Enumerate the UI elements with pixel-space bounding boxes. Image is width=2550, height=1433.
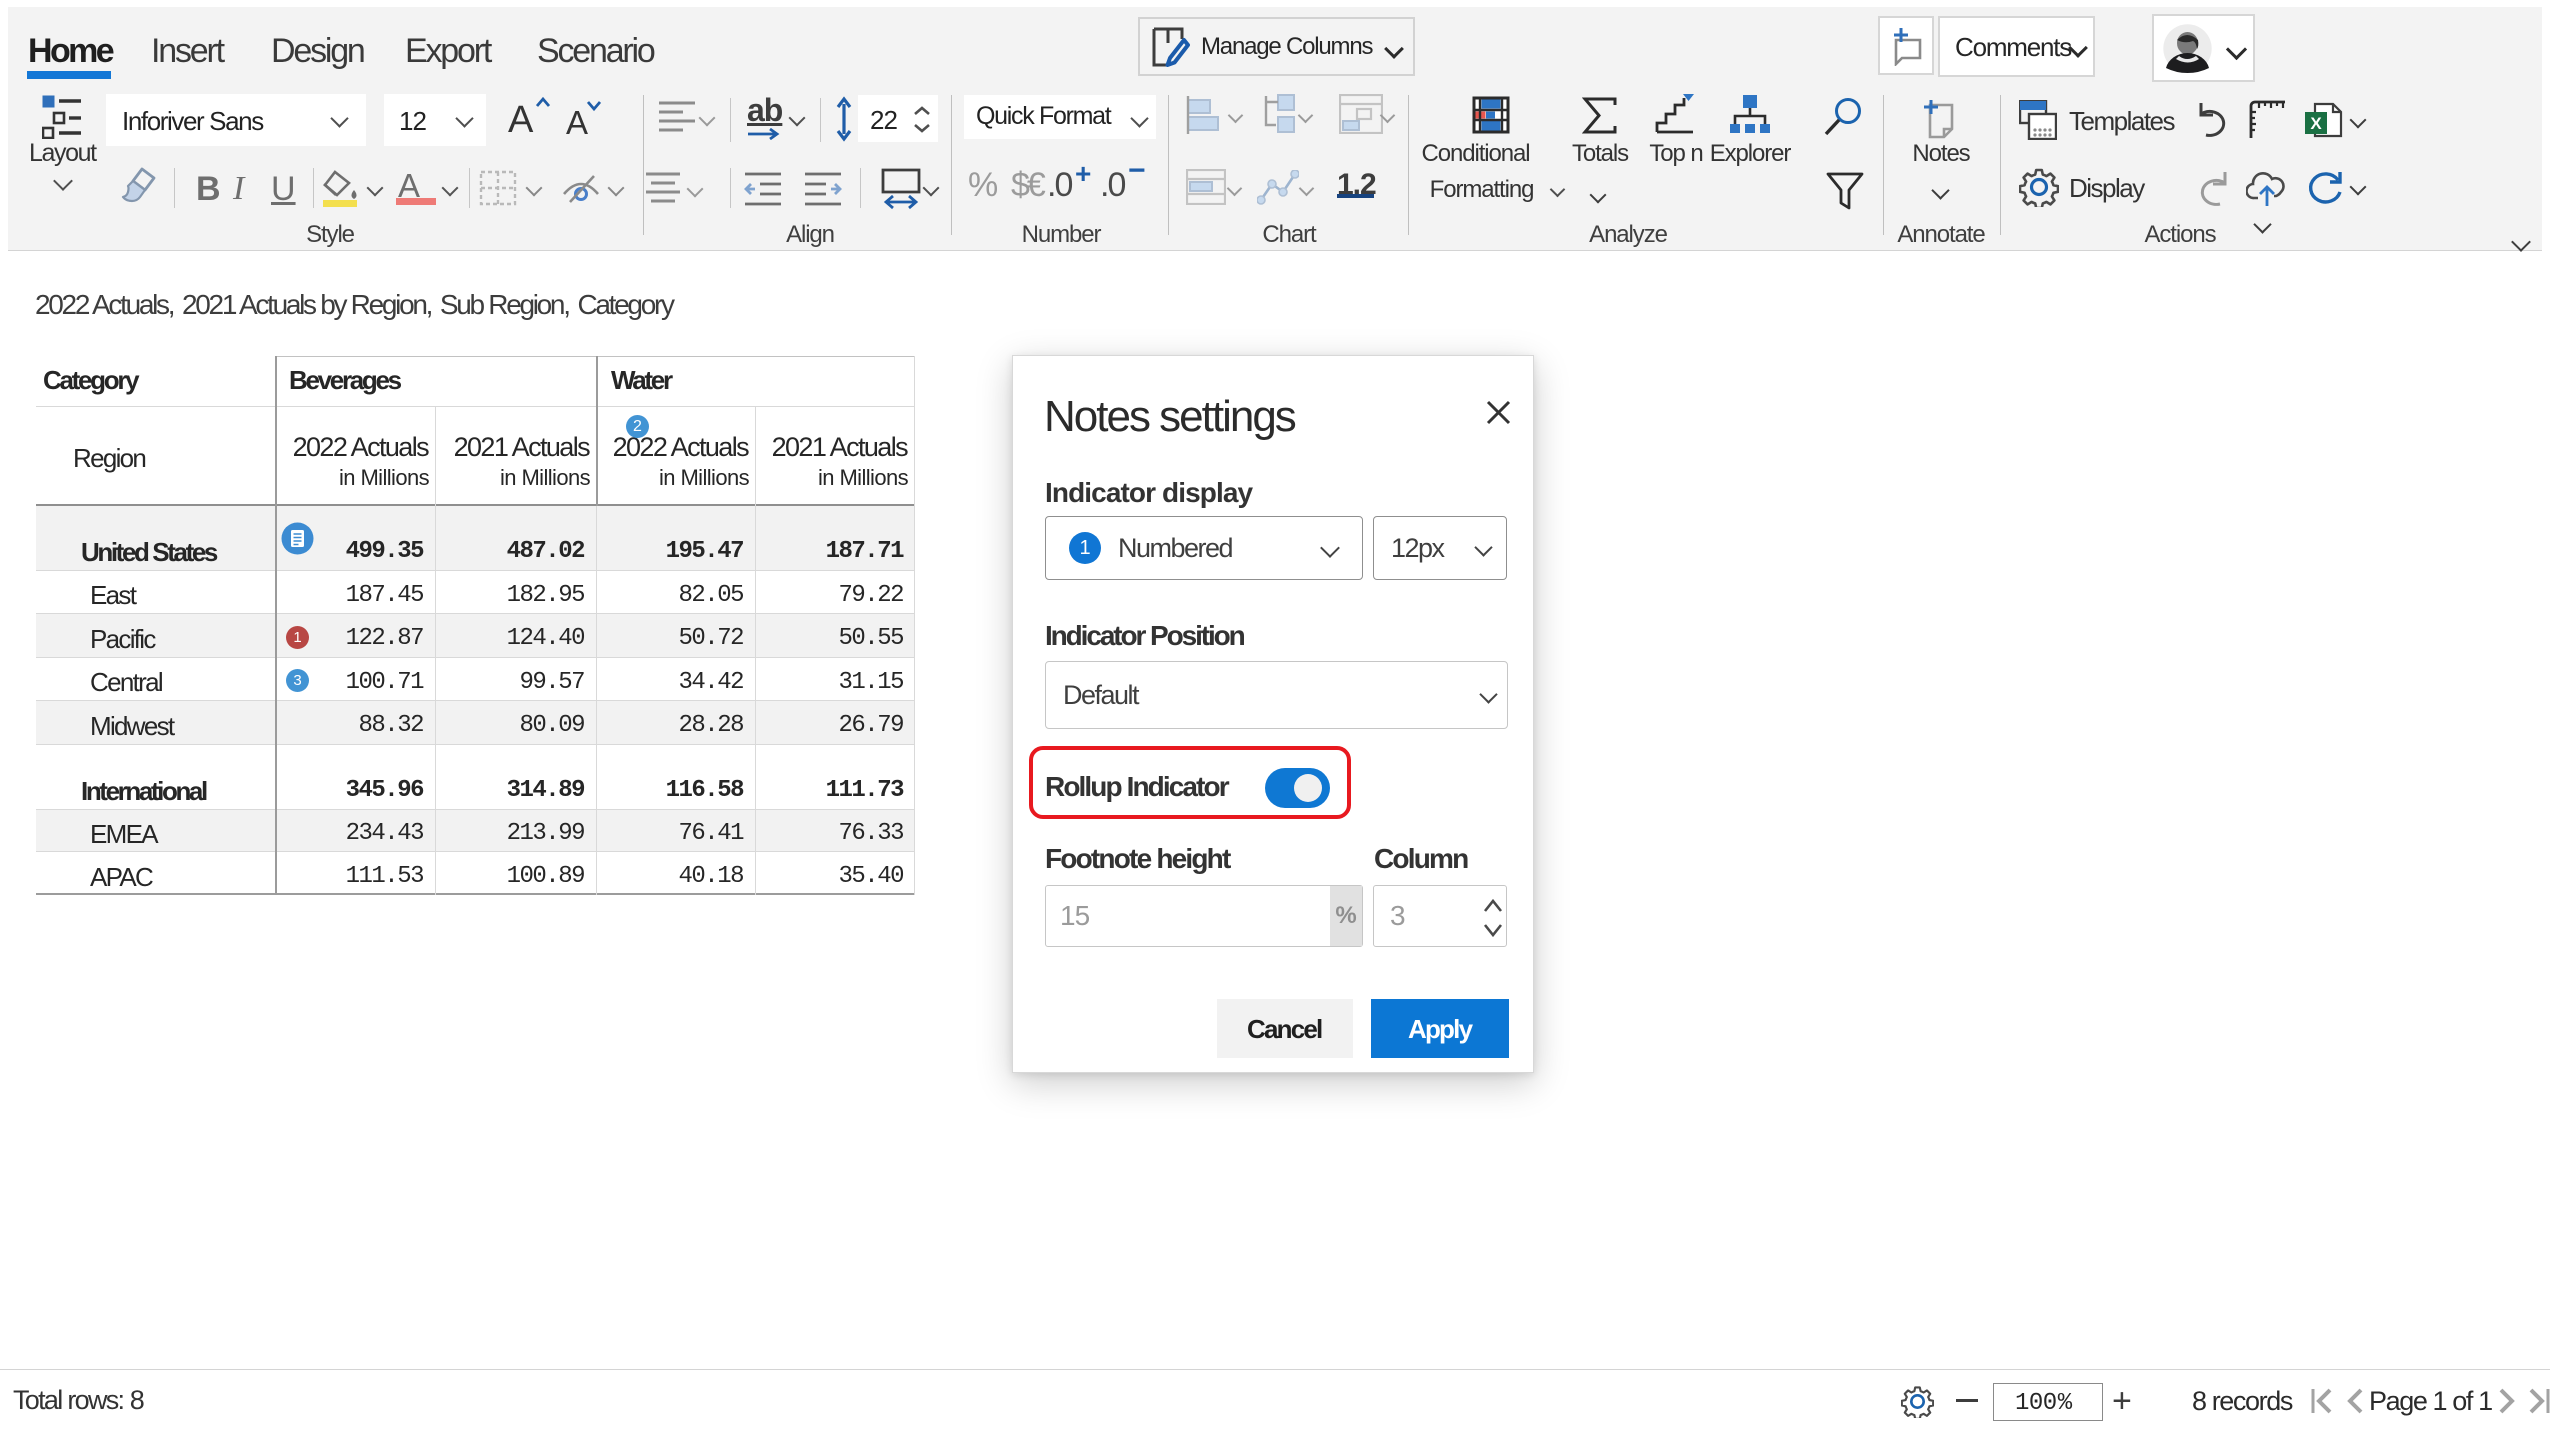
svg-text:X: X (2310, 114, 2322, 133)
